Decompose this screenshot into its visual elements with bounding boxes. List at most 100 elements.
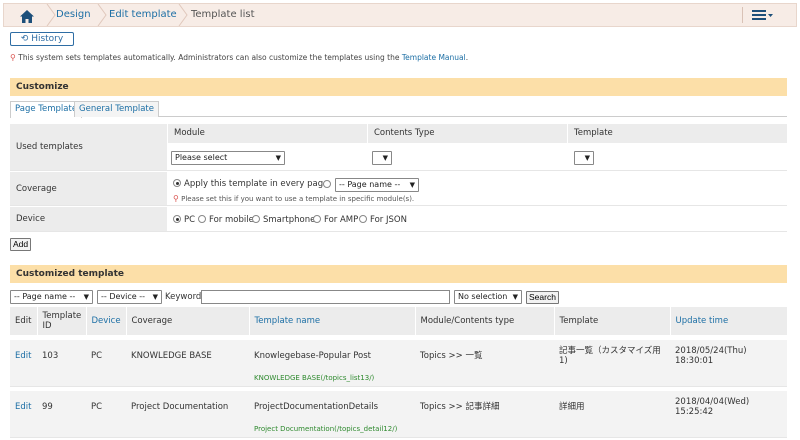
home-icon[interactable] — [12, 8, 42, 24]
col-template-name[interactable]: Template name — [249, 307, 416, 335]
cell-template-name: Knowlegebase-Popular Post — [249, 340, 415, 371]
table-row-path: Project Documentation(/topics_detail12/) — [10, 422, 787, 438]
chevron-separator-icon — [178, 4, 188, 26]
edit-link-cell[interactable]: Edit — [10, 340, 37, 371]
table-row: Edit 103 PC KNOWLEDGE BASE Knowlegebase-… — [10, 340, 787, 371]
cell-coverage: Project Documentation — [126, 391, 249, 422]
col-device[interactable]: Device — [86, 307, 127, 335]
path-spacer — [10, 422, 249, 438]
history-button[interactable]: ⟲ History — [10, 32, 74, 46]
device-option-json[interactable]: For JSON — [359, 215, 407, 225]
radio[interactable] — [313, 215, 321, 223]
template-header: Template — [567, 124, 787, 143]
device-row: Device PC For mobile Smartphone For AMP … — [10, 207, 787, 232]
coverage-label: Coverage — [10, 172, 167, 205]
template-manual-link[interactable]: Template Manual — [402, 53, 466, 62]
coverage-hint: ⚲ Please set this if you want to use a t… — [173, 194, 415, 203]
radio[interactable] — [198, 215, 206, 223]
device-option-pc[interactable]: PC — [173, 215, 195, 225]
path-spacer — [10, 371, 249, 387]
cell-updated: 2018/04/04(Wed) 15:25:42 — [670, 391, 787, 422]
pin-icon: ⚲ — [10, 53, 16, 62]
filter-device-select[interactable]: -- Device -- ▼ — [97, 290, 162, 304]
cell-template: 記事一覧（カスタマイズ用 1) — [554, 340, 670, 371]
customize-header: Customize — [10, 78, 787, 96]
radio-selected[interactable] — [173, 179, 181, 187]
col-coverage: Coverage — [126, 307, 250, 335]
cell-path: Project Documentation(/topics_detail12/) — [249, 422, 787, 438]
filter-page-name-select[interactable]: -- Page name -- ▼ — [10, 290, 93, 304]
sort-template-name-link[interactable]: Template name — [255, 316, 321, 326]
caret-down-icon: ▼ — [512, 293, 518, 301]
col-module-contents: Module/Contents type — [415, 307, 555, 335]
customized-template-header: Customized template — [10, 265, 787, 283]
col-update-time[interactable]: Update time — [670, 307, 788, 335]
hamburger-icon — [751, 10, 773, 20]
chevron-separator-icon — [46, 4, 56, 26]
add-button[interactable]: Add — [10, 238, 32, 251]
used-templates-row: Used templates Module Contents Type Temp… — [10, 124, 787, 171]
caret-down-icon: ▼ — [409, 181, 415, 189]
breadcrumb-template-list: Template list — [191, 9, 255, 20]
selection-select[interactable]: No selection ▼ — [454, 290, 522, 304]
tab-page-template[interactable]: Page Template — [10, 101, 83, 118]
contents-type-select[interactable]: ▼ — [372, 151, 392, 165]
cell-module: Topics >> 記事詳細 — [415, 391, 554, 422]
used-templates-label: Used templates — [10, 124, 167, 170]
sort-update-time-link[interactable]: Update time — [676, 316, 729, 326]
chevron-separator-icon — [97, 4, 107, 26]
device-label: Device — [10, 207, 167, 231]
pin-icon: ⚲ — [173, 194, 179, 203]
caret-down-icon: ▼ — [382, 154, 388, 162]
table-row-path: KNOWLEDGE BASE(/topics_list13/) — [10, 371, 787, 387]
page-name-select[interactable]: -- Page name -- ▼ — [335, 178, 419, 192]
cell-coverage: KNOWLEDGE BASE — [126, 340, 249, 371]
device-option-mobile[interactable]: For mobile — [198, 215, 254, 225]
cell-device: PC — [86, 391, 126, 422]
radio-selected[interactable] — [173, 215, 181, 223]
system-notice: ⚲ This system sets templates automatical… — [10, 53, 469, 62]
edit-link[interactable]: Edit — [15, 402, 31, 412]
history-icon: ⟲ — [20, 34, 29, 44]
col-edit: Edit — [10, 307, 38, 335]
caret-down-icon: ▼ — [152, 293, 158, 301]
cell-updated: 2018/05/24(Thu) 18:30:01 — [670, 340, 787, 371]
cell-path: KNOWLEDGE BASE(/topics_list13/) — [249, 371, 787, 387]
caret-down-icon: ▼ — [584, 154, 590, 162]
edit-link-cell[interactable]: Edit — [10, 391, 37, 422]
keyword-input[interactable] — [201, 290, 450, 304]
customized-template-table: Edit Template ID Device Coverage Templat… — [10, 307, 788, 438]
col-template-id: Template ID — [37, 307, 87, 335]
breadcrumb-edit-template[interactable]: Edit template — [109, 4, 177, 26]
col-template: Template — [554, 307, 671, 335]
cell-id: 103 — [37, 340, 86, 371]
cell-module: Topics >> 一覧 — [415, 340, 554, 371]
breadcrumb-bar: Design Edit template Template list — [3, 3, 797, 27]
caret-down-icon: ▼ — [275, 154, 281, 162]
device-option-smartphone[interactable]: Smartphone — [252, 215, 315, 225]
coverage-specific-radio[interactable] — [323, 180, 331, 188]
template-select[interactable]: ▼ — [574, 151, 594, 165]
search-button[interactable]: Search — [526, 291, 559, 304]
tab-general-template[interactable]: General Template — [74, 101, 159, 117]
cell-template-name: ProjectDocumentationDetails — [249, 391, 415, 422]
filter-row: -- Page name -- ▼ -- Device -- ▼ Keyword… — [10, 290, 570, 305]
edit-link[interactable]: Edit — [15, 351, 31, 361]
keyword-label: Keyword: — [165, 292, 205, 302]
cell-template: 詳細用 — [554, 391, 670, 422]
contents-type-header: Contents Type — [367, 124, 567, 143]
coverage-every-page-option[interactable]: Apply this template in every page — [173, 179, 328, 189]
radio[interactable] — [359, 215, 367, 223]
device-option-amp[interactable]: For AMP — [313, 215, 358, 225]
coverage-row: Coverage Apply this template in every pa… — [10, 172, 787, 206]
sort-device-link[interactable]: Device — [92, 316, 121, 326]
menu-button[interactable] — [742, 7, 782, 23]
radio[interactable] — [252, 215, 260, 223]
module-header: Module — [167, 124, 367, 143]
breadcrumb-design[interactable]: Design — [56, 4, 91, 26]
table-row: Edit 99 PC Project Documentation Project… — [10, 391, 787, 422]
module-select[interactable]: Please select ▼ — [171, 151, 285, 165]
caret-down-icon: ▼ — [83, 293, 89, 301]
cell-id: 99 — [37, 391, 86, 422]
template-tabs: Page Template General Template — [10, 101, 787, 118]
